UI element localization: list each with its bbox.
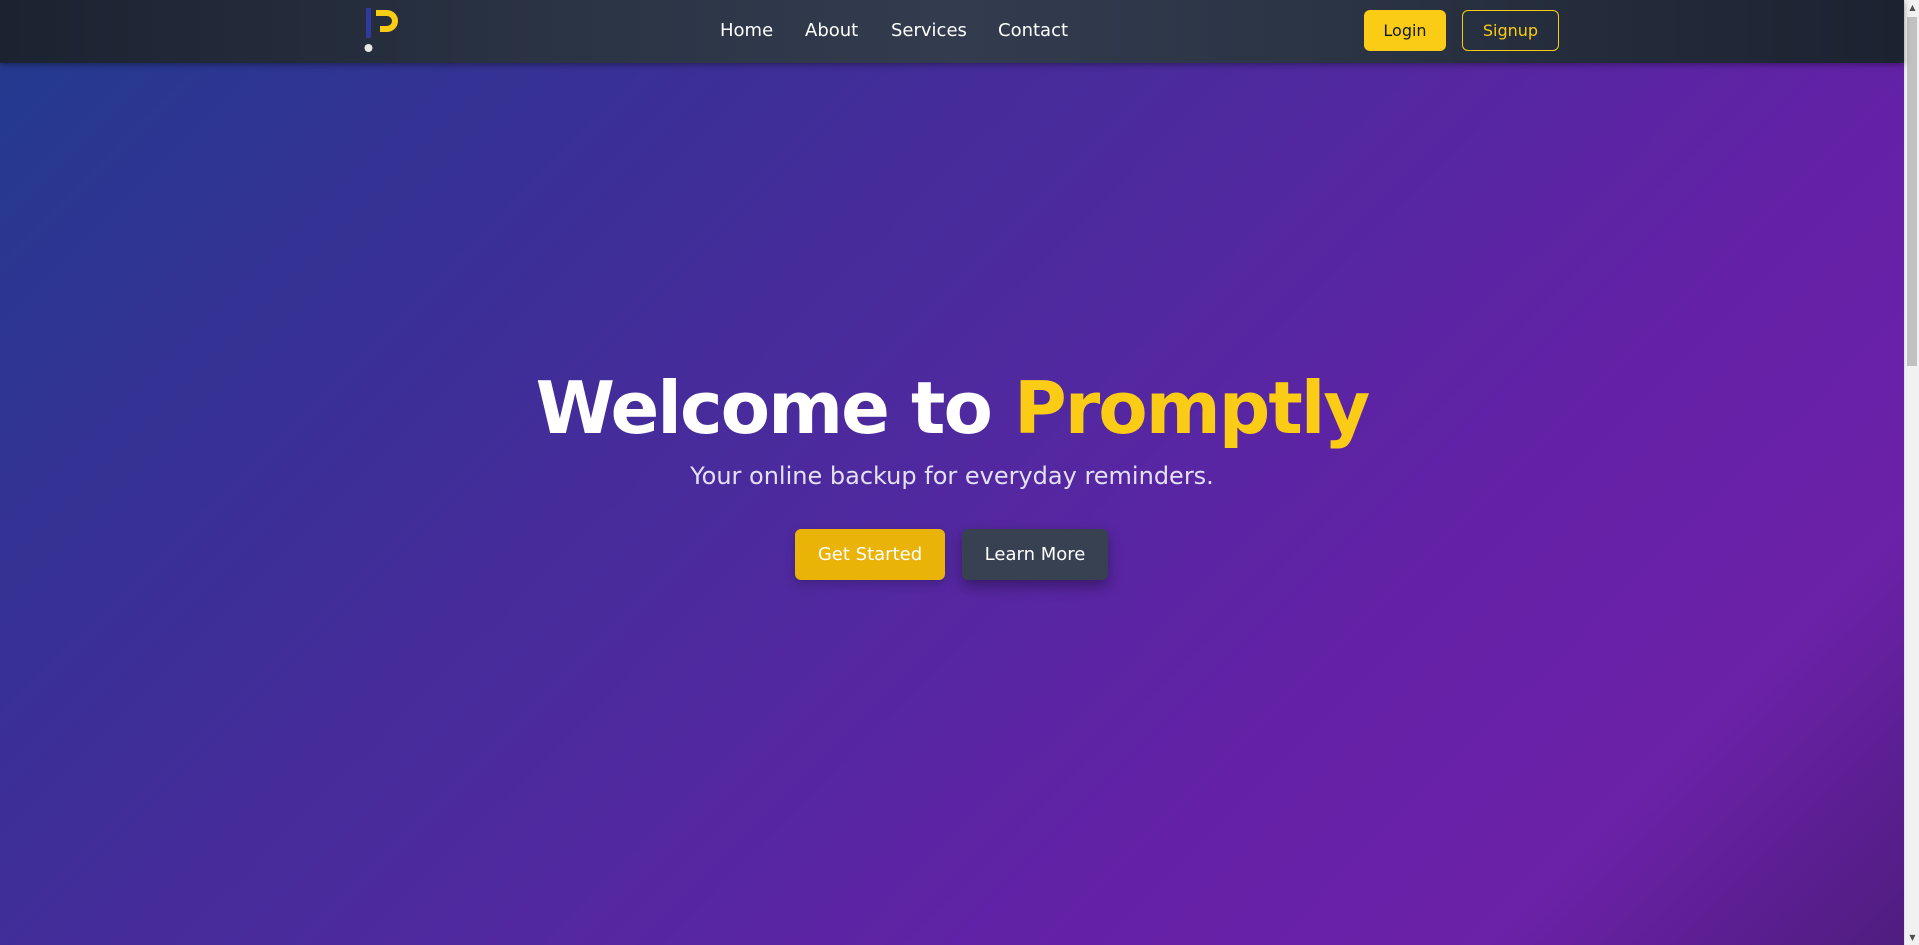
- hero-section: Welcome to Promptly Your online backup f…: [0, 63, 1904, 945]
- nav-link-services[interactable]: Services: [891, 20, 967, 41]
- nav-links: Home About Services Contact: [0, 0, 1904, 63]
- hero-subtitle: Your online backup for everyday reminder…: [690, 462, 1214, 490]
- scrollbar-thumb[interactable]: [1907, 17, 1917, 366]
- nav-link-about[interactable]: About: [805, 20, 858, 41]
- get-started-button[interactable]: Get Started: [795, 529, 945, 580]
- hero-title-brand: Promptly: [1014, 366, 1370, 450]
- promptly-logo-icon[interactable]: [360, 4, 406, 56]
- hero-title: Welcome to Promptly: [0, 363, 1904, 453]
- hero-title-welcome: Welcome to: [535, 366, 993, 450]
- nav-link-home[interactable]: Home: [720, 20, 773, 41]
- nav-link-contact[interactable]: Contact: [998, 20, 1068, 41]
- vertical-scrollbar[interactable]: ▲ ▼: [1904, 0, 1919, 945]
- scroll-down-arrow-icon[interactable]: ▼: [1905, 930, 1919, 945]
- page: Home About Services Contact Login Signup…: [0, 0, 1919, 945]
- navbar: Home About Services Contact Login Signup: [0, 0, 1904, 63]
- signup-button[interactable]: Signup: [1462, 10, 1559, 51]
- learn-more-button[interactable]: Learn More: [962, 529, 1108, 580]
- login-button[interactable]: Login: [1364, 10, 1446, 51]
- scroll-up-arrow-icon[interactable]: ▲: [1905, 0, 1919, 15]
